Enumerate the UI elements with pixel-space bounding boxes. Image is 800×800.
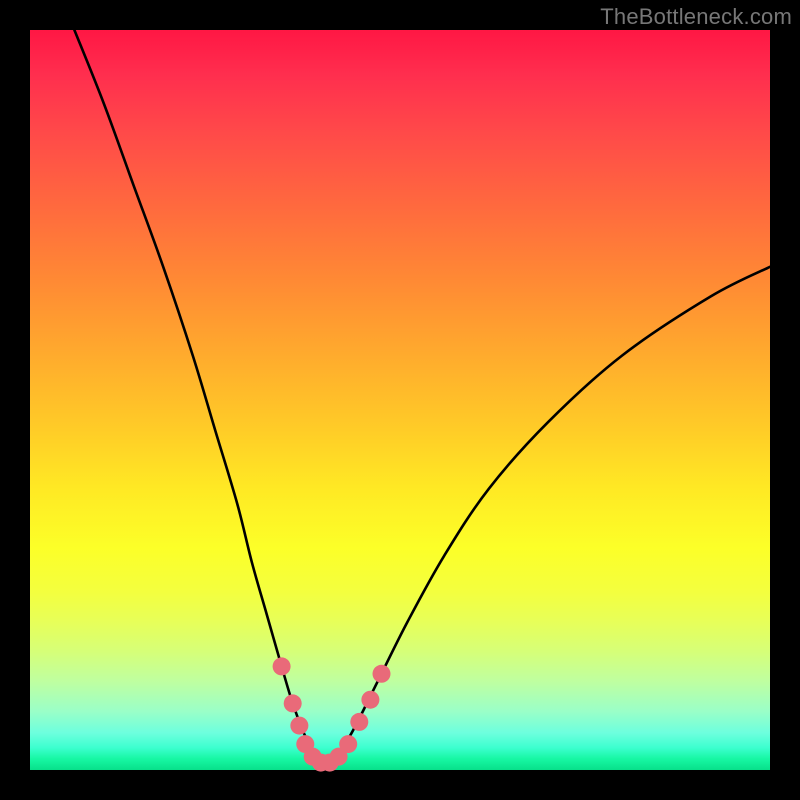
curve-marker	[284, 694, 302, 712]
curve-marker	[290, 717, 308, 735]
curve-marker	[339, 735, 357, 753]
curve-marker	[361, 691, 379, 709]
watermark-text: TheBottleneck.com	[600, 4, 792, 30]
curve-marker	[373, 665, 391, 683]
curve-marker	[350, 713, 368, 731]
curve-marker	[273, 657, 291, 675]
curve-markers	[273, 657, 391, 771]
curve-layer	[30, 30, 770, 770]
bottleneck-curve	[74, 30, 770, 766]
bottleneck-curve-path	[74, 30, 770, 766]
chart-frame: TheBottleneck.com	[0, 0, 800, 800]
